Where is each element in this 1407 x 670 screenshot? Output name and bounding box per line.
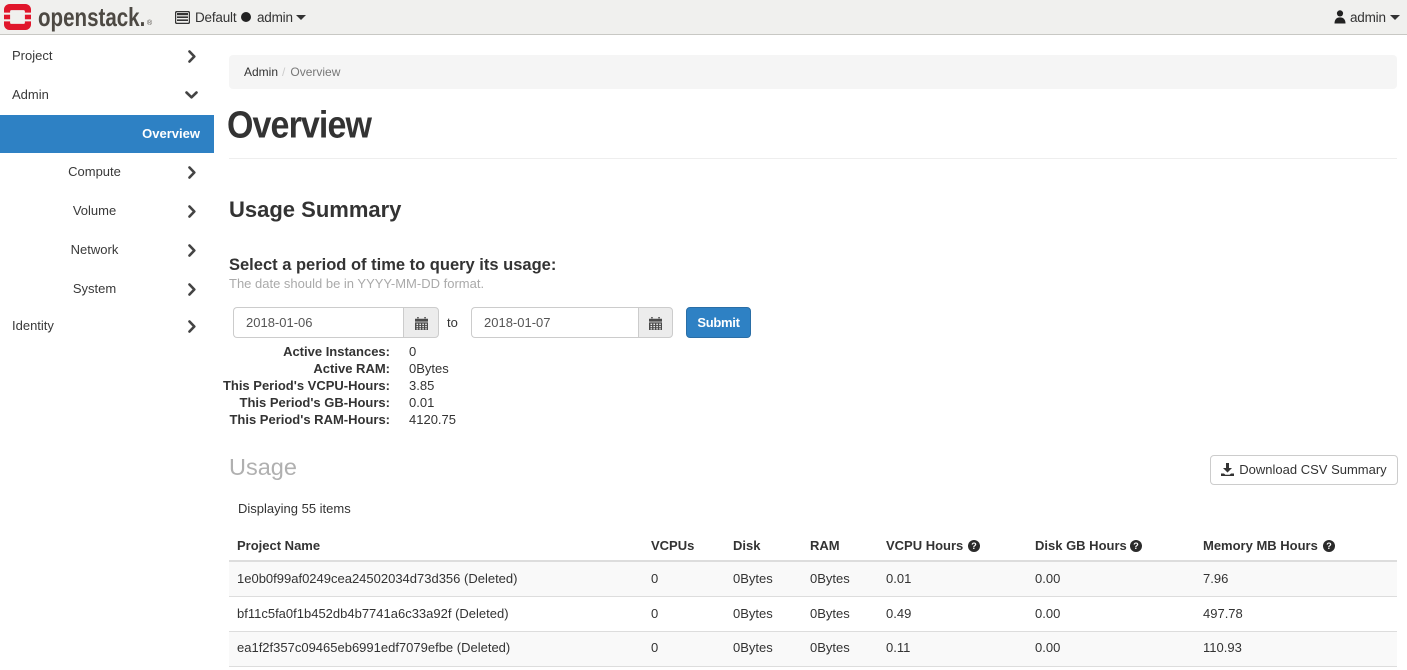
svg-text:?: ? bbox=[971, 541, 977, 551]
svg-text:?: ? bbox=[1326, 541, 1332, 551]
svg-text:?: ? bbox=[1133, 541, 1139, 551]
